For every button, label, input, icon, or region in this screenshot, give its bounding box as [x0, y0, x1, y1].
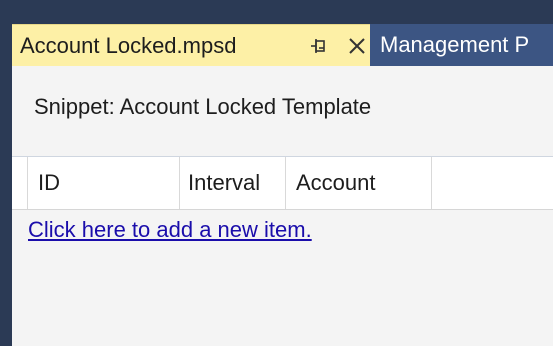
- row-indicator-header: [12, 157, 28, 209]
- pin-icon[interactable]: [308, 36, 328, 56]
- snippet-grid: ID Interval Account Click here to add a …: [12, 156, 553, 346]
- close-icon[interactable]: [346, 35, 368, 57]
- tab-title: Account Locked.mpsd: [20, 32, 237, 58]
- snippet-title: Snippet: Account Locked Template: [34, 94, 372, 119]
- grid-header: ID Interval Account: [12, 157, 553, 210]
- tab-title: Management P: [380, 32, 530, 57]
- editor-window: Account Locked.mpsd Management P Snippet…: [0, 0, 553, 346]
- column-header-id[interactable]: ID: [28, 157, 180, 209]
- column-header-account[interactable]: Account: [286, 157, 432, 209]
- tab-management-pack[interactable]: Management P: [370, 24, 553, 66]
- add-new-item-link[interactable]: Click here to add a new item.: [28, 217, 312, 243]
- column-header-interval[interactable]: Interval: [180, 157, 286, 209]
- tab-strip: Account Locked.mpsd Management P: [0, 24, 553, 66]
- snippet-document: Snippet: Account Locked Template ID Inte…: [12, 66, 553, 346]
- tab-account-locked[interactable]: Account Locked.mpsd: [12, 24, 370, 66]
